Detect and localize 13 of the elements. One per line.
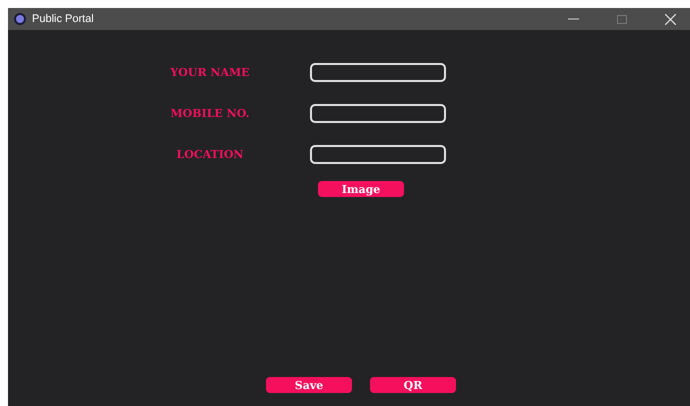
save-button[interactable]: Save	[266, 377, 352, 393]
field-label: MOBILE NO.	[170, 107, 250, 120]
window-title: Public Portal	[32, 13, 95, 25]
input-field[interactable]	[310, 145, 446, 164]
input-field[interactable]	[310, 104, 446, 123]
app-icon	[14, 13, 26, 25]
image-button[interactable]: Image	[318, 181, 404, 197]
qr-button[interactable]: QR	[370, 377, 456, 393]
field-label: YOUR NAME	[169, 66, 251, 79]
close-icon[interactable]	[665, 14, 676, 24]
field-label: LOCATION	[176, 148, 244, 161]
minimize-icon[interactable]	[568, 18, 579, 20]
input-field[interactable]	[310, 63, 446, 82]
